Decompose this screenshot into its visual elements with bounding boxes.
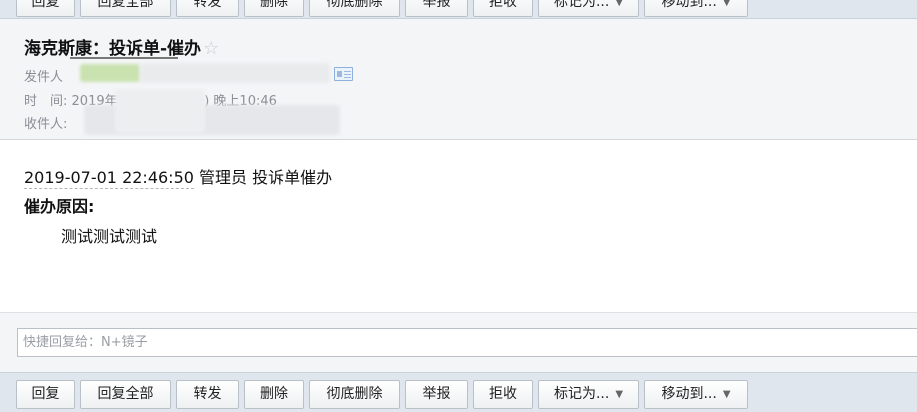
sender-redacted-2 — [140, 63, 330, 83]
mark-as-button[interactable]: 标记为... ▼ — [538, 380, 639, 409]
reason-text: 测试测试测试 — [61, 227, 158, 246]
top-toolbar: 回复 回复全部 转发 删除 彻底删除 举报 拒收 标记为... ▼ 移动到... ▼ — [0, 0, 917, 19]
content-line-1: 2019-07-01 22:46:50 管理员 投诉单催办 — [24, 164, 333, 189]
forward-button[interactable]: 转发 — [176, 380, 239, 409]
mark-as-label: 标记为... — [553, 386, 610, 402]
time-redacted-overlay — [115, 89, 205, 133]
bottom-toolbar: 回复 回复全部 转发 删除 彻底删除 举报 拒收 标记为... ▼ 移动到... ▼ — [0, 372, 917, 412]
contact-card-icon[interactable] — [334, 67, 353, 81]
reject-button[interactable]: 拒收 — [473, 380, 533, 409]
subject-underline — [70, 57, 178, 59]
mail-header: 海克斯康：投诉单-催办☆ 发件人 时 间: 2019年7月1日(星期一) 晚上1… — [0, 19, 917, 140]
recipient-label: 收件人: — [24, 117, 68, 132]
content-author-action: 管理员 投诉单催办 — [199, 168, 333, 187]
top-mark-as-label: 标记为... — [553, 0, 610, 10]
top-delete-button[interactable]: 删除 — [244, 0, 304, 17]
recipient-row: 收件人: — [24, 113, 67, 132]
move-to-label: 移动到... — [661, 386, 717, 402]
content-datetime: 2019-07-01 22:46:50 — [24, 168, 194, 189]
top-reply-button[interactable]: 回复 — [16, 0, 75, 17]
quick-reply-input[interactable] — [17, 328, 917, 357]
sender-redacted — [80, 64, 140, 82]
delete-button[interactable]: 删除 — [244, 380, 304, 409]
reply-button[interactable]: 回复 — [16, 380, 75, 409]
chevron-down-icon: ▼ — [615, 389, 624, 400]
move-to-button[interactable]: 移动到... ▼ — [644, 380, 748, 409]
sender-label: 发件人 — [24, 70, 64, 85]
top-delete-permanently-button[interactable]: 彻底删除 — [309, 0, 400, 17]
star-icon[interactable]: ☆ — [203, 38, 219, 59]
time-label: 时 间: — [24, 94, 68, 109]
reply-all-button[interactable]: 回复全部 — [80, 380, 171, 409]
subject-text: 海克斯康：投诉单-催办 — [24, 39, 202, 59]
sender-row: 发件人 — [24, 66, 63, 85]
chevron-down-icon: ▼ — [615, 0, 624, 8]
reason-label: 催办原因: — [24, 197, 95, 216]
top-reply-all-button[interactable]: 回复全部 — [80, 0, 171, 17]
chevron-down-icon: ▼ — [722, 389, 731, 400]
quick-reply-area — [0, 312, 917, 372]
top-forward-button[interactable]: 转发 — [176, 0, 239, 17]
chevron-down-icon: ▼ — [722, 0, 731, 8]
top-reject-button[interactable]: 拒收 — [473, 0, 533, 17]
top-report-button[interactable]: 举报 — [405, 0, 468, 17]
top-mark-as-button[interactable]: 标记为... ▼ — [538, 0, 639, 17]
top-move-to-button[interactable]: 移动到... ▼ — [644, 0, 748, 17]
top-move-to-label: 移动到... — [661, 0, 717, 10]
mail-subject: 海克斯康：投诉单-催办 ☆ — [24, 34, 219, 59]
delete-permanently-button[interactable]: 彻底删除 — [309, 380, 400, 409]
report-button[interactable]: 举报 — [405, 380, 468, 409]
